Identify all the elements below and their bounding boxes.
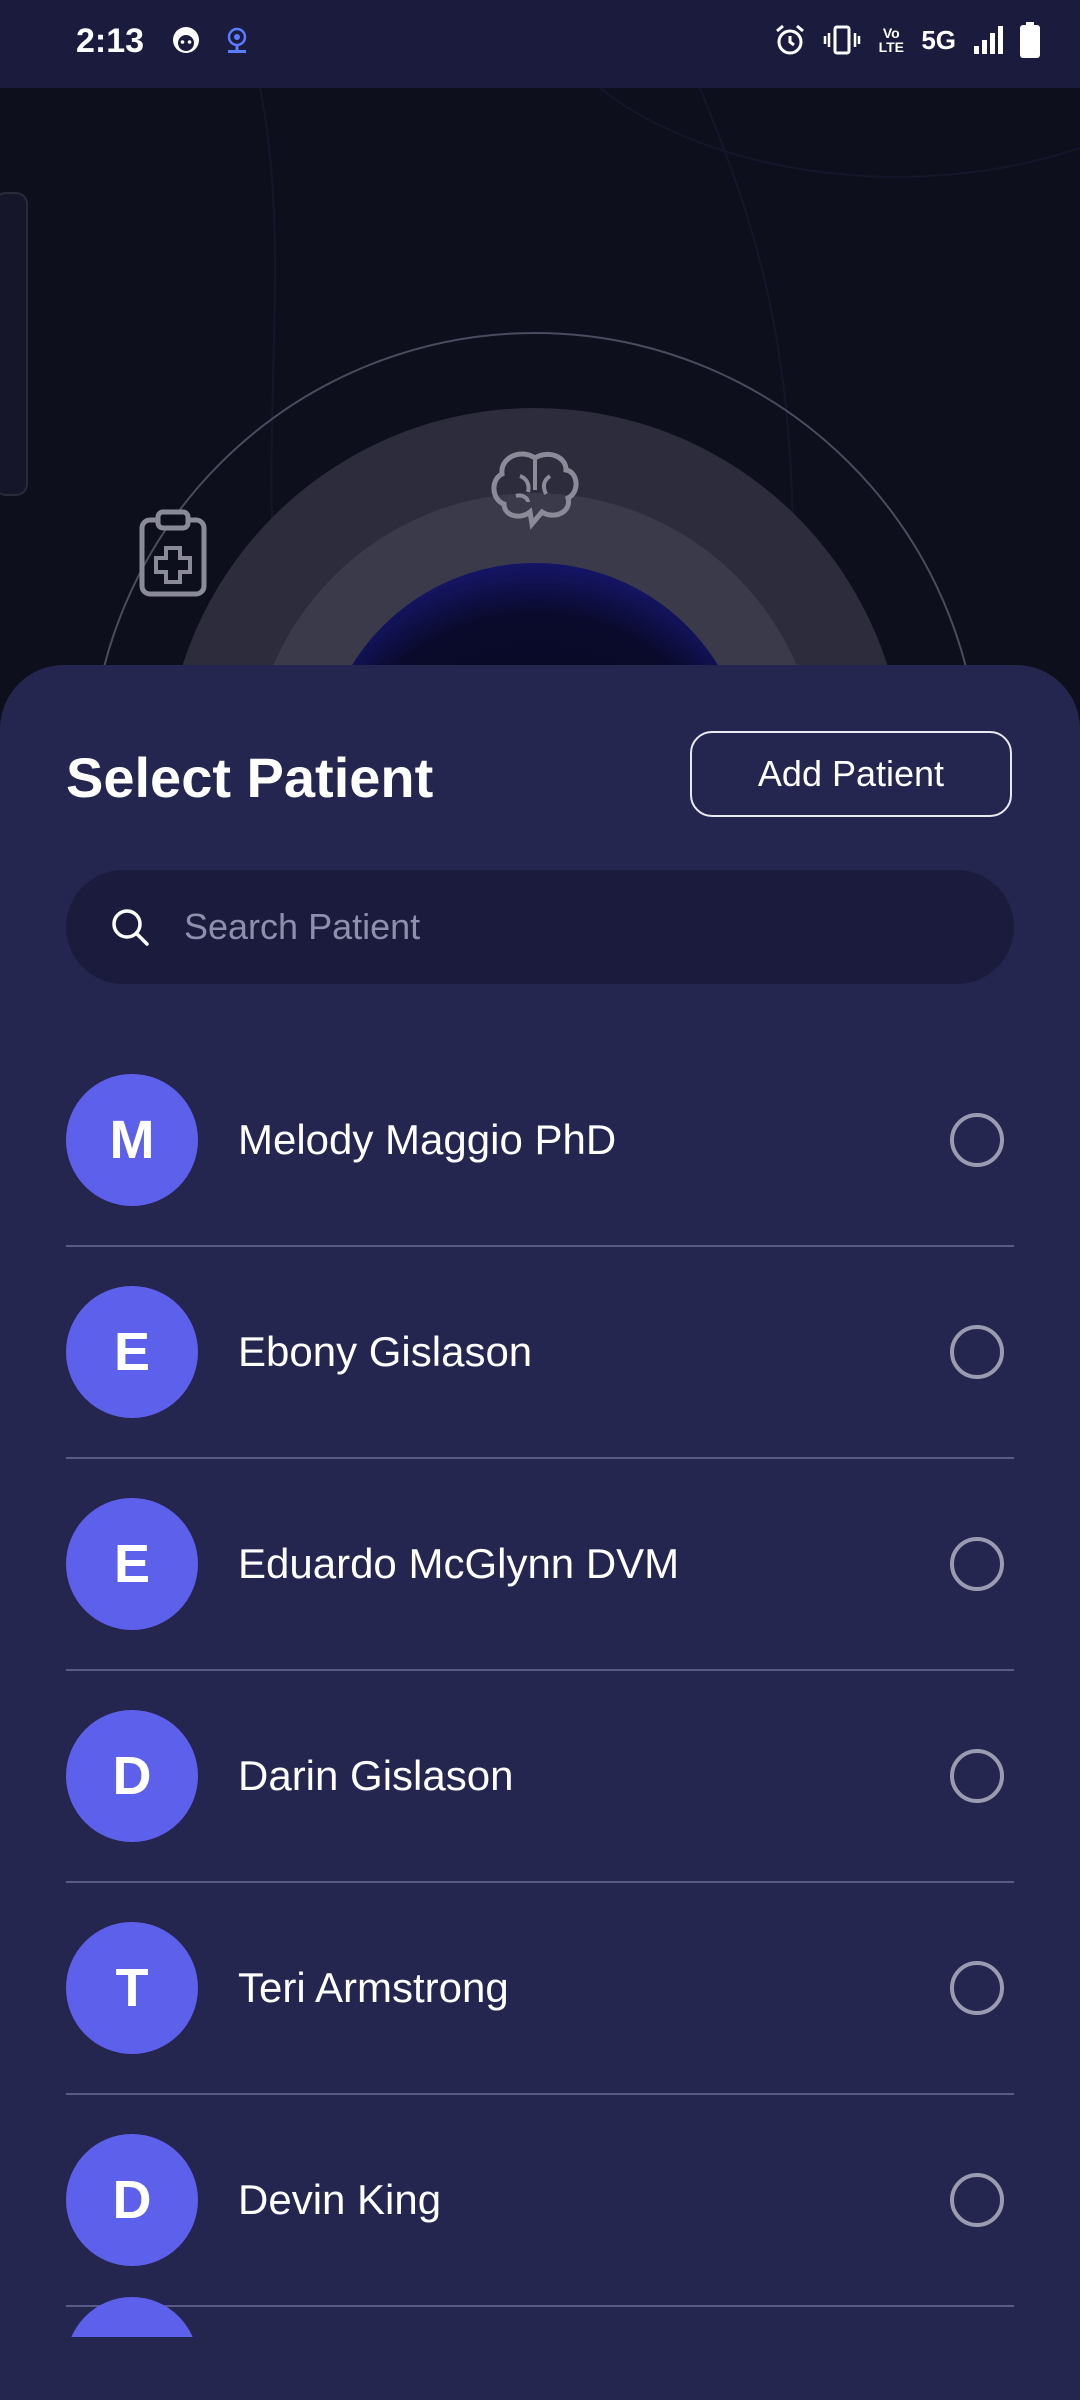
sheet-title: Select Patient bbox=[66, 746, 434, 809]
vibrate-icon bbox=[824, 25, 861, 55]
patient-name: Ebony Gislason bbox=[238, 1328, 533, 1375]
podcast-icon bbox=[227, 27, 247, 53]
patient-radio[interactable] bbox=[950, 1537, 1004, 1591]
volte-icon: Vo LTE bbox=[878, 25, 905, 55]
face-icon bbox=[173, 27, 199, 53]
avatar: E bbox=[66, 1498, 198, 1630]
select-patient-sheet: Select Patient Add Patient M Melody Magg… bbox=[0, 665, 1080, 2400]
battery-icon bbox=[1020, 22, 1040, 58]
patient-row[interactable]: E Ebony Gislason bbox=[66, 1247, 1014, 1459]
patient-row[interactable]: E Eduardo McGlynn DVM bbox=[66, 1459, 1014, 1671]
search-icon bbox=[112, 909, 149, 946]
status-time: 2:13 bbox=[76, 22, 145, 60]
patient-radio[interactable] bbox=[950, 1113, 1004, 1167]
avatar: D bbox=[66, 1710, 198, 1842]
patient-row[interactable]: D Darin Gislason bbox=[66, 1671, 1014, 1883]
partial-avatar bbox=[66, 2297, 198, 2337]
patient-row[interactable]: D Devin King bbox=[66, 2095, 1014, 2307]
alarm-icon bbox=[776, 24, 805, 55]
avatar: T bbox=[66, 1922, 198, 2054]
clipboard-medical-icon[interactable] bbox=[136, 508, 210, 598]
patient-name: Devin King bbox=[238, 2176, 442, 2223]
search-input[interactable] bbox=[182, 905, 946, 949]
patient-radio[interactable] bbox=[950, 1749, 1004, 1803]
patient-name: Melody Maggio PhD bbox=[238, 1116, 617, 1163]
patient-list: M Melody Maggio PhD E Ebony Gislason E E… bbox=[66, 1035, 1014, 2307]
system-status-icons: Vo LTE 5G bbox=[773, 22, 1040, 58]
add-patient-button[interactable]: Add Patient bbox=[690, 731, 1012, 817]
patient-radio[interactable] bbox=[950, 1961, 1004, 2015]
network-type: 5G bbox=[921, 24, 956, 55]
search-bar[interactable] bbox=[66, 870, 1014, 984]
avatar: D bbox=[66, 2134, 198, 2266]
status-bar: 2:13 Vo LTE 5G bbox=[0, 0, 1080, 88]
side-drawer-handle[interactable] bbox=[0, 192, 28, 496]
patient-name: Teri Armstrong bbox=[238, 1964, 509, 2011]
patient-radio[interactable] bbox=[950, 2173, 1004, 2227]
patient-row[interactable]: M Melody Maggio PhD bbox=[66, 1035, 1014, 1247]
brain-chat-icon[interactable] bbox=[490, 450, 580, 530]
avatar: E bbox=[66, 1286, 198, 1418]
patient-radio[interactable] bbox=[950, 1325, 1004, 1379]
patient-name: Eduardo McGlynn DVM bbox=[238, 1540, 680, 1587]
patient-row[interactable]: T Teri Armstrong bbox=[66, 1883, 1014, 2095]
signal-icon bbox=[974, 26, 1003, 54]
patient-name: Darin Gislason bbox=[238, 1752, 514, 1799]
notification-icons bbox=[170, 24, 254, 58]
avatar: M bbox=[66, 1074, 198, 1206]
